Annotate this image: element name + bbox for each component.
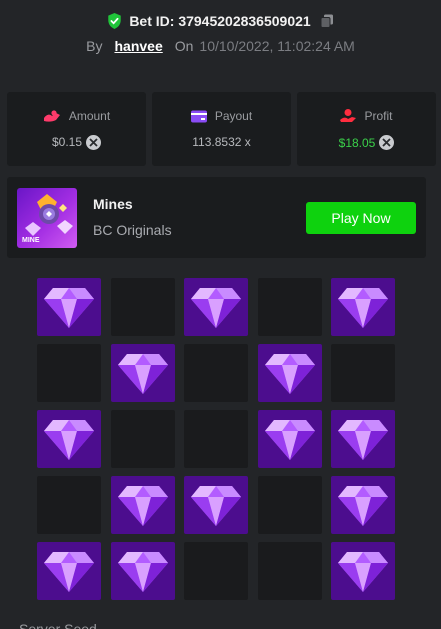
gem-tile [331, 542, 395, 600]
game-card: MINE Mines BC Originals Play Now [7, 177, 426, 258]
gem-icon [264, 354, 315, 394]
gem-tile [331, 476, 395, 534]
stat-value: $18.05 [338, 135, 376, 150]
empty-tile [184, 542, 248, 600]
bet-date: 10/10/2022, 11:02:24 AM [199, 38, 355, 54]
gem-icon [264, 420, 315, 460]
gem-tile [110, 542, 175, 600]
gem-icon [117, 552, 168, 592]
game-thumbnail[interactable]: MINE [17, 188, 77, 248]
stat-value: $0.15 [51, 135, 83, 149]
by-label: By [86, 38, 103, 54]
gem-tile [331, 278, 395, 336]
stat-value: 113.8532 x [192, 135, 251, 149]
empty-tile [184, 410, 248, 468]
play-now-button[interactable]: Play Now [306, 202, 416, 234]
gem-icon [338, 420, 388, 460]
stat-profit: Profit $18.05 [297, 92, 436, 166]
gem-icon [44, 420, 94, 460]
payout-icon [190, 110, 207, 122]
mines-board [37, 278, 395, 600]
gem-icon [117, 486, 168, 526]
stat-label: Payout [214, 109, 253, 123]
gem-tile [37, 542, 101, 600]
empty-tile [184, 344, 248, 402]
on-label: On [174, 38, 194, 54]
gem-tile [257, 344, 322, 402]
gem-tile [110, 476, 175, 534]
bet-stats: Amount $0.15 Payout 113.8532 x Profit $1… [7, 92, 436, 166]
gem-icon [338, 288, 388, 328]
stat-label: Amount [68, 108, 111, 123]
gem-tile [37, 278, 101, 336]
stat-amount: Amount $0.15 [7, 92, 146, 166]
gem-tile [37, 410, 101, 468]
bet-meta-row: By hanvee On 10/10/2022, 11:02:24 AM [0, 36, 441, 56]
empty-tile [257, 476, 322, 534]
game-provider: BC Originals [93, 222, 172, 238]
stat-payout: Payout 113.8532 x [152, 92, 291, 166]
empty-tile [110, 410, 175, 468]
username-link[interactable]: hanvee [114, 38, 162, 54]
empty-tile [257, 278, 322, 336]
coin-icon [86, 134, 102, 150]
gem-tile [257, 410, 322, 468]
gem-icon [338, 552, 388, 592]
gem-icon [44, 288, 94, 328]
gem-icon [44, 552, 94, 592]
gem-tile [110, 344, 175, 402]
thumbnail-label: MINE [22, 237, 40, 244]
empty-tile [37, 476, 101, 534]
stat-label: Profit [364, 108, 393, 123]
profit-icon [340, 109, 357, 122]
bet-id: Bet ID: 37945202836509021 [129, 13, 311, 29]
empty-tile [37, 344, 101, 402]
copy-icon[interactable] [320, 14, 334, 28]
gem-icon [191, 288, 241, 328]
coin-icon [379, 135, 395, 150]
gem-icon [338, 486, 388, 526]
amount-icon [43, 109, 60, 122]
bet-id-row: Bet ID: 37945202836509021 [0, 10, 441, 32]
empty-tile [331, 344, 395, 402]
gem-icon [191, 486, 241, 526]
game-name: Mines [93, 196, 133, 212]
empty-tile [257, 542, 322, 600]
gem-icon [117, 354, 168, 394]
empty-tile [110, 278, 175, 336]
gem-tile [331, 410, 395, 468]
gem-tile [184, 278, 248, 336]
shield-check-icon [108, 13, 122, 29]
gem-tile [184, 476, 248, 534]
server-seed-label: Server Seed [19, 621, 97, 629]
